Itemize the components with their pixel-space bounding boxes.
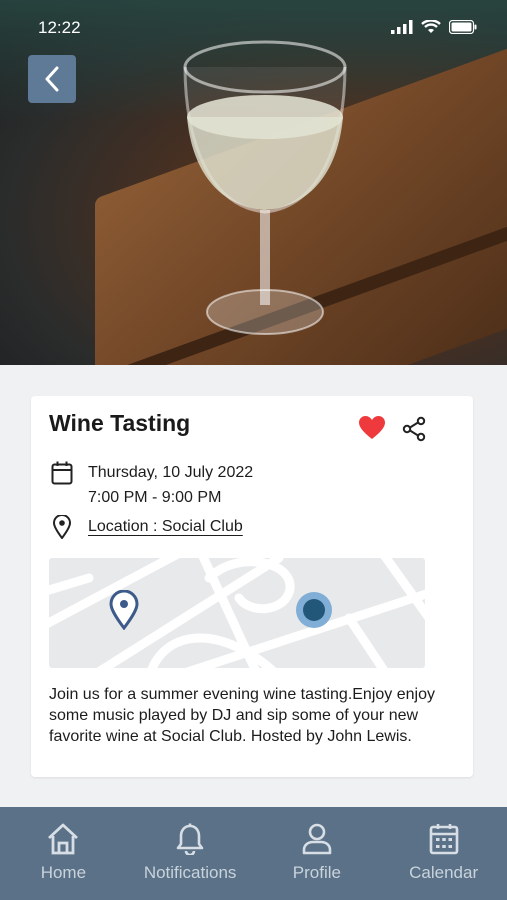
- chevron-left-icon: [45, 66, 59, 92]
- bottom-tab-bar: Home Notifications Profile Calendar: [0, 807, 507, 900]
- event-location-row: Location : Social Club: [49, 515, 243, 539]
- battery-icon: [449, 20, 477, 34]
- event-time-row: 7:00 PM - 9:00 PM: [88, 489, 221, 507]
- location-pin-icon: [52, 515, 72, 539]
- user-icon: [302, 823, 332, 855]
- event-hero-image: [0, 0, 507, 365]
- tab-notifications[interactable]: Notifications: [127, 807, 254, 900]
- calendar-icon: [429, 824, 458, 855]
- wine-glass-illustration: [183, 40, 347, 335]
- status-time: 12:22: [38, 18, 81, 37]
- tab-profile[interactable]: Profile: [254, 807, 381, 900]
- event-date: Thursday, 10 July 2022: [88, 464, 254, 481]
- wifi-icon: [421, 20, 441, 33]
- current-location-dot-icon: [296, 592, 332, 628]
- event-date-row: Thursday, 10 July 2022: [49, 461, 253, 485]
- event-title: Wine Tasting: [49, 410, 191, 436]
- location-link[interactable]: Location : Social Club: [88, 518, 243, 536]
- tab-home[interactable]: Home: [0, 807, 127, 900]
- map-streets: [49, 558, 425, 668]
- share-icon[interactable]: [401, 416, 427, 442]
- back-button[interactable]: [28, 55, 76, 103]
- home-icon: [48, 823, 79, 855]
- event-description: Join us for a summer evening wine tastin…: [49, 686, 435, 745]
- location-map[interactable]: [49, 558, 425, 668]
- tab-calendar-label: Calendar: [409, 863, 479, 882]
- status-bar: 12:22: [0, 16, 507, 44]
- favorite-heart-icon[interactable]: [359, 416, 385, 440]
- event-time: 7:00 PM - 9:00 PM: [88, 489, 222, 506]
- event-details-card: Wine Tasting Thursday, 10 July 2022 7:00…: [31, 396, 473, 777]
- signal-icon: [391, 20, 413, 34]
- bell-icon: [176, 823, 204, 855]
- tab-profile-label: Profile: [292, 863, 341, 882]
- map-pin-icon: [109, 590, 139, 630]
- calendar-icon: [51, 461, 73, 485]
- tab-calendar[interactable]: Calendar: [380, 807, 507, 900]
- tab-home-label: Home: [40, 863, 87, 882]
- tab-notifications-label: Notifications: [143, 863, 237, 882]
